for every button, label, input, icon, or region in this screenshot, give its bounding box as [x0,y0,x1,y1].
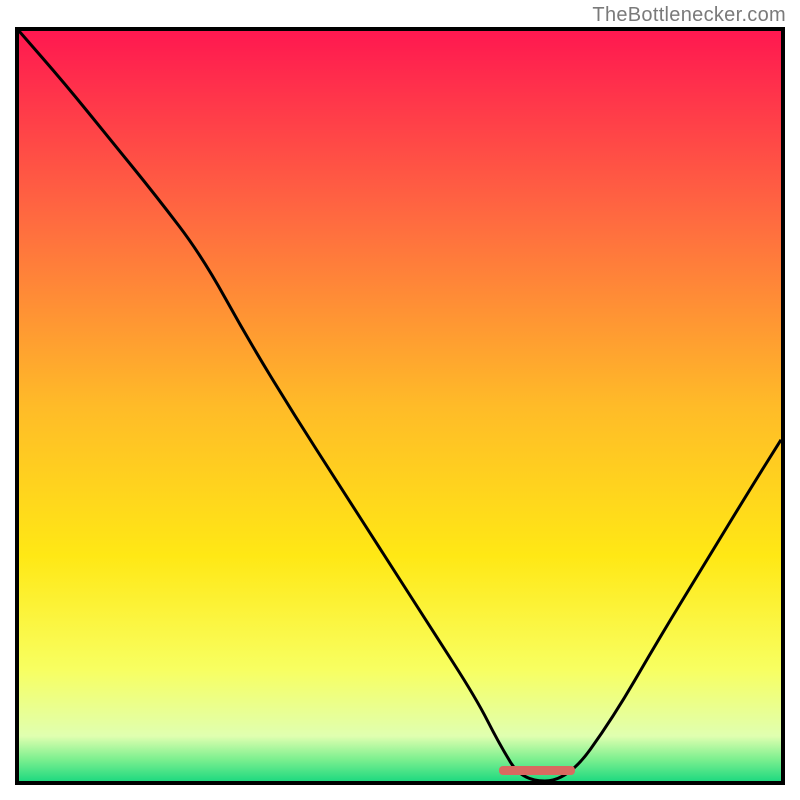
watermark-text: TheBottlenecker.com [592,4,786,27]
chart-frame [15,27,785,785]
bottleneck-curve [19,31,781,781]
optimal-range-marker [499,766,575,775]
